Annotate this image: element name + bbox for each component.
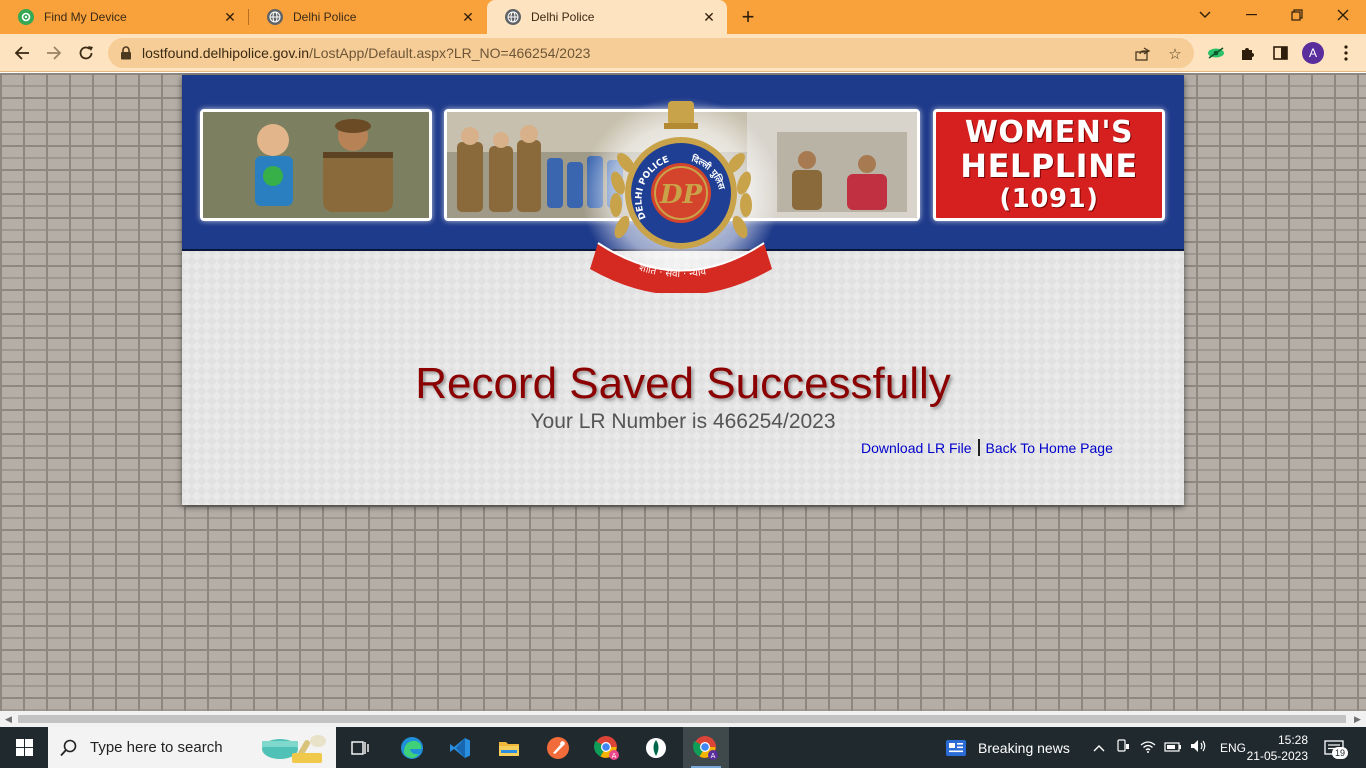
horizontal-scrollbar[interactable]: ◀ ▶ — [0, 711, 1366, 727]
browser-menu-icon[interactable] — [1336, 43, 1356, 63]
vscode-icon — [450, 737, 470, 758]
url-text[interactable]: lostfound.delhipolice.gov.in/LostApp/Def… — [142, 45, 590, 61]
tab-close-icon[interactable]: ✕ — [456, 5, 480, 29]
download-lr-link[interactable]: Download LR File — [861, 440, 972, 456]
tab-delhi-police-1[interactable]: Delhi Police ✕ — [249, 0, 486, 34]
extensions-puzzle-icon[interactable] — [1238, 43, 1258, 63]
news-widget[interactable]: Breaking news — [946, 727, 1070, 768]
minimize-icon[interactable] — [1228, 0, 1274, 30]
forward-arrow-icon — [47, 46, 62, 60]
language-indicator[interactable]: ENG — [1220, 741, 1246, 755]
scroll-right-icon[interactable]: ▶ — [1354, 714, 1361, 725]
chrome-active-taskbar-button[interactable]: A — [683, 727, 729, 768]
womens-helpline-banner: WOMEN'S HELPLINE (1091) — [933, 109, 1165, 221]
edge-taskbar-button[interactable] — [390, 727, 434, 768]
delhi-police-emblem: DP DELHI POLICE दिल्ली पुलिस शांति · सेव… — [581, 97, 781, 293]
news-icon — [946, 739, 966, 756]
edge-icon — [401, 736, 423, 759]
globe-icon — [505, 9, 521, 25]
side-panel-icon[interactable] — [1270, 43, 1290, 63]
search-highlight-image — [262, 734, 326, 763]
chrome-profile-taskbar-button[interactable]: A — [585, 727, 629, 768]
svg-text:A: A — [711, 752, 716, 760]
meet-now-icon[interactable] — [1116, 739, 1130, 756]
url-path: /LostApp/Default.aspx?LR_NO=466254/2023 — [309, 45, 591, 61]
taskbar-search-box[interactable]: Type here to search — [48, 727, 336, 768]
reload-button[interactable] — [71, 38, 101, 68]
show-hidden-icons-chevron-icon[interactable] — [1090, 741, 1108, 755]
extension-eye-icon[interactable] — [1206, 43, 1226, 63]
helpline-line1: WOMEN'S — [964, 115, 1134, 150]
file-explorer-taskbar-button[interactable] — [487, 727, 531, 768]
page-viewport: WOMEN'S HELPLINE (1091) DP DELHI POLICE … — [0, 73, 1366, 711]
tab-close-icon[interactable]: ✕ — [697, 5, 721, 29]
windows-logo-icon — [15, 739, 33, 756]
battery-icon[interactable] — [1164, 741, 1182, 755]
url-host: lostfound.delhipolice.gov.in — [142, 45, 310, 61]
close-window-icon[interactable] — [1320, 0, 1366, 30]
address-bar[interactable]: lostfound.delhipolice.gov.in/LostApp/Def… — [108, 38, 1194, 68]
svg-text:A: A — [612, 752, 617, 760]
volume-icon[interactable] — [1190, 739, 1208, 756]
tab-delhi-police-active[interactable]: Delhi Police ✕ — [487, 0, 727, 34]
postman-icon — [547, 736, 569, 759]
bookmark-star-icon[interactable]: ☆ — [1166, 45, 1184, 63]
lr-number-text: Your LR Number is 466254/2023 — [530, 410, 836, 433]
notification-center[interactable]: 19 — [1322, 727, 1349, 768]
emblem-monogram: DP — [659, 180, 704, 210]
helpline-line2: HELPLINE — [960, 147, 1138, 185]
clock-time: 15:28 — [1277, 732, 1308, 747]
notification-count-badge: 19 — [1332, 746, 1349, 759]
banner-photo-child — [200, 109, 432, 221]
forward-button[interactable] — [39, 38, 69, 68]
tab-find-my-device[interactable]: Find My Device ✕ — [0, 0, 248, 34]
find-my-device-icon — [18, 9, 34, 25]
clock-date: 21-05-2023 — [1246, 748, 1308, 763]
chrome-icon: A — [693, 735, 718, 760]
tab-title: Delhi Police — [293, 10, 357, 24]
mongodb-compass-icon — [646, 737, 666, 758]
profile-avatar[interactable]: A — [1302, 42, 1324, 64]
chrome-icon: A — [594, 735, 619, 760]
wifi-icon[interactable] — [1140, 740, 1156, 756]
mongodb-taskbar-button[interactable] — [634, 727, 678, 768]
vscode-taskbar-button[interactable] — [438, 727, 482, 768]
search-placeholder: Type here to search — [90, 739, 223, 756]
scrollbar-thumb[interactable] — [18, 715, 1346, 723]
lock-icon[interactable] — [120, 46, 132, 60]
back-arrow-icon — [14, 46, 29, 60]
tab-close-icon[interactable]: ✕ — [218, 5, 242, 29]
windows-taskbar: Type here to search A A Breaking news EN… — [0, 727, 1366, 768]
back-button[interactable] — [7, 38, 37, 68]
restore-icon[interactable] — [1274, 0, 1320, 30]
reload-icon — [79, 46, 93, 60]
tab-title: Delhi Police — [531, 10, 595, 24]
notification-icon: 19 — [1322, 738, 1349, 759]
browser-toolbar: lostfound.delhipolice.gov.in/LostApp/Def… — [0, 34, 1366, 72]
news-label: Breaking news — [978, 739, 1070, 756]
clock[interactable]: 15:28 21-05-2023 — [1244, 727, 1308, 768]
task-view-button[interactable] — [340, 727, 380, 768]
link-divider — [977, 439, 980, 456]
back-home-link[interactable]: Back To Home Page — [986, 440, 1113, 456]
browser-tab-strip: Find My Device ✕ Delhi Police ✕ Delhi Po… — [0, 0, 1366, 34]
new-tab-button[interactable]: + — [735, 4, 761, 29]
globe-icon — [267, 9, 283, 25]
content-panel: WOMEN'S HELPLINE (1091) DP DELHI POLICE … — [182, 75, 1184, 505]
helpline-line3: (1091) — [999, 184, 1099, 214]
postman-taskbar-button[interactable] — [536, 727, 580, 768]
task-view-icon — [351, 740, 369, 755]
tab-title: Find My Device — [44, 10, 127, 24]
tab-search-chevron-icon[interactable] — [1182, 0, 1228, 30]
start-button[interactable] — [0, 727, 48, 768]
system-tray: ENG — [1090, 727, 1246, 768]
success-title: Record Saved Successfully — [415, 359, 951, 408]
share-icon[interactable] — [1134, 45, 1152, 63]
search-icon — [60, 739, 77, 756]
folder-icon — [499, 741, 519, 756]
scroll-left-icon[interactable]: ◀ — [5, 714, 12, 725]
action-links: Download LR File Back To Home Page — [861, 439, 1113, 456]
